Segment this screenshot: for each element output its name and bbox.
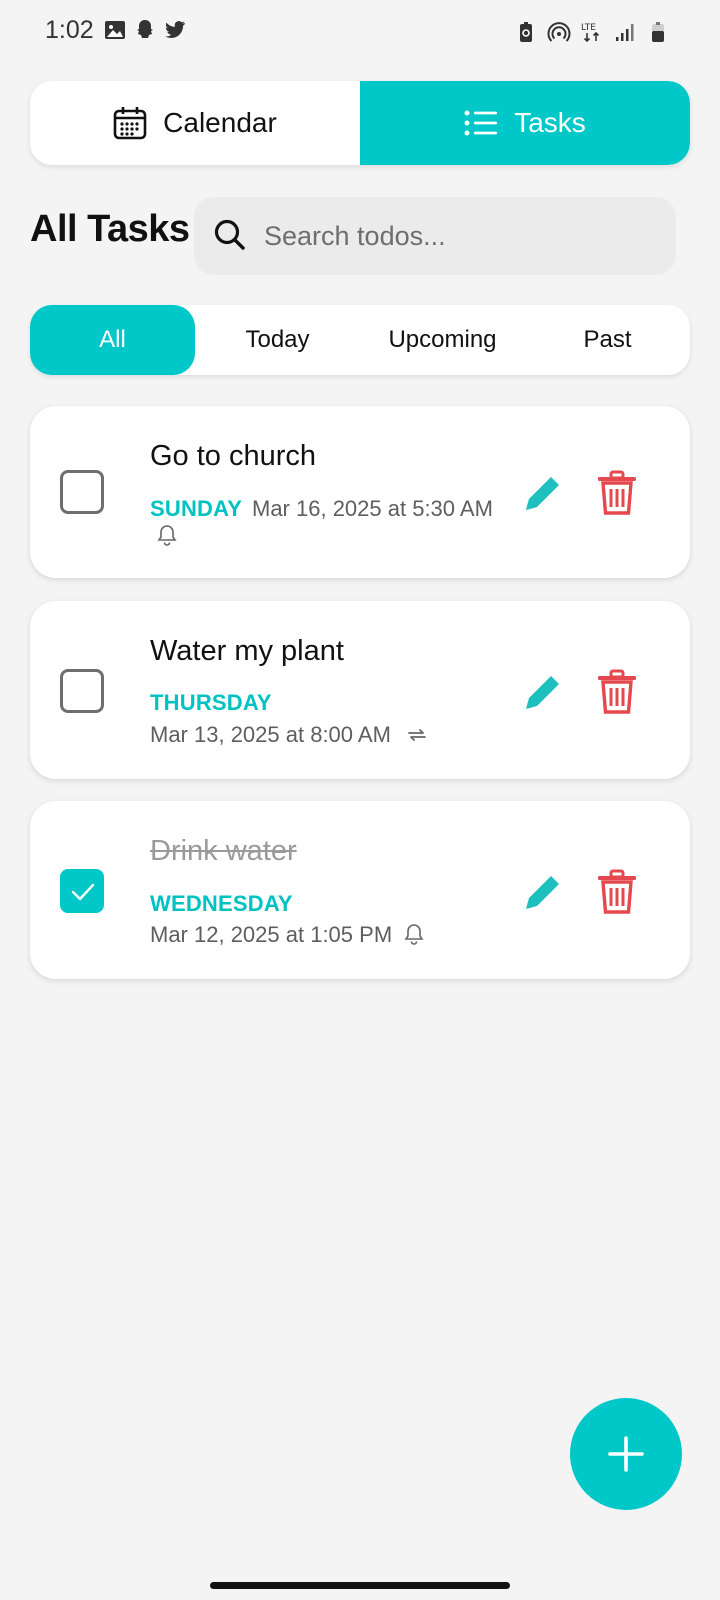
task-card[interactable]: Drink water WEDNESDAY Mar 12, 2025 at 1:… (30, 801, 690, 979)
filter-today[interactable]: Today (195, 305, 360, 375)
search-box[interactable] (194, 197, 676, 275)
search-icon (214, 219, 245, 250)
system-icons: LTE (514, 20, 670, 44)
page-title: All Tasks (30, 208, 190, 250)
filter-all[interactable]: All (30, 305, 195, 375)
calendar-icon (113, 107, 147, 140)
snapchat-icon (137, 20, 153, 38)
task-checkbox[interactable] (60, 669, 104, 713)
filter-bar: All Today Upcoming Past (30, 305, 690, 375)
task-day: SUNDAY (150, 496, 243, 521)
signal-icon (616, 24, 634, 41)
delete-button[interactable] (596, 669, 638, 715)
twitter-icon (165, 21, 185, 39)
lte-icon: LTE (581, 23, 600, 43)
filter-past[interactable]: Past (525, 305, 690, 375)
battery-icon (652, 22, 664, 42)
task-datetime: Mar 16, 2025 at 5:30 AM (252, 496, 493, 521)
task-datetime: Mar 13, 2025 at 8:00 AM (150, 722, 391, 747)
status-bar: 1:02 LTE (0, 0, 720, 64)
repeat-icon (408, 729, 426, 741)
task-title: Drink water (150, 835, 297, 867)
bell-icon (404, 924, 424, 945)
tab-tasks-label: Tasks (514, 107, 586, 138)
edit-button[interactable] (520, 869, 566, 915)
status-time: 1:02 (45, 16, 94, 44)
view-switch: Calendar Tasks (30, 81, 690, 165)
task-title: Go to church (150, 440, 317, 472)
check-icon (71, 883, 95, 901)
notification-icons (103, 18, 187, 42)
hotspot-icon (547, 22, 571, 42)
tab-calendar[interactable]: Calendar (30, 81, 360, 165)
task-card[interactable]: Water my plant THURSDAY Mar 13, 2025 at … (30, 601, 690, 779)
add-task-button[interactable] (570, 1398, 682, 1510)
battery-saver-icon (520, 22, 532, 42)
gallery-icon (105, 21, 125, 39)
search-input[interactable] (264, 197, 664, 275)
plus-icon (608, 1436, 644, 1472)
list-icon (464, 110, 498, 136)
tab-calendar-label: Calendar (163, 107, 277, 138)
edit-button[interactable] (520, 669, 566, 715)
bell-icon (157, 525, 177, 546)
delete-button[interactable] (596, 470, 638, 516)
delete-button[interactable] (596, 869, 638, 915)
app-screen: 1:02 LTE Calendar Tasks All Tasks Search… (0, 0, 720, 1600)
task-checkbox[interactable] (60, 470, 104, 514)
task-day: THURSDAY (150, 690, 272, 715)
home-indicator[interactable] (210, 1582, 510, 1589)
task-card[interactable]: Go to church SUNDAY Mar 16, 2025 at 5:30… (30, 406, 690, 578)
task-datetime: Mar 12, 2025 at 1:05 PM (150, 922, 393, 947)
task-day: WEDNESDAY (150, 891, 293, 916)
tab-tasks[interactable]: Tasks (360, 81, 690, 165)
task-checkbox[interactable] (60, 869, 104, 913)
svg-text:LTE: LTE (581, 23, 596, 33)
edit-button[interactable] (520, 470, 566, 516)
task-title: Water my plant (150, 635, 344, 667)
filter-upcoming[interactable]: Upcoming (360, 305, 525, 375)
